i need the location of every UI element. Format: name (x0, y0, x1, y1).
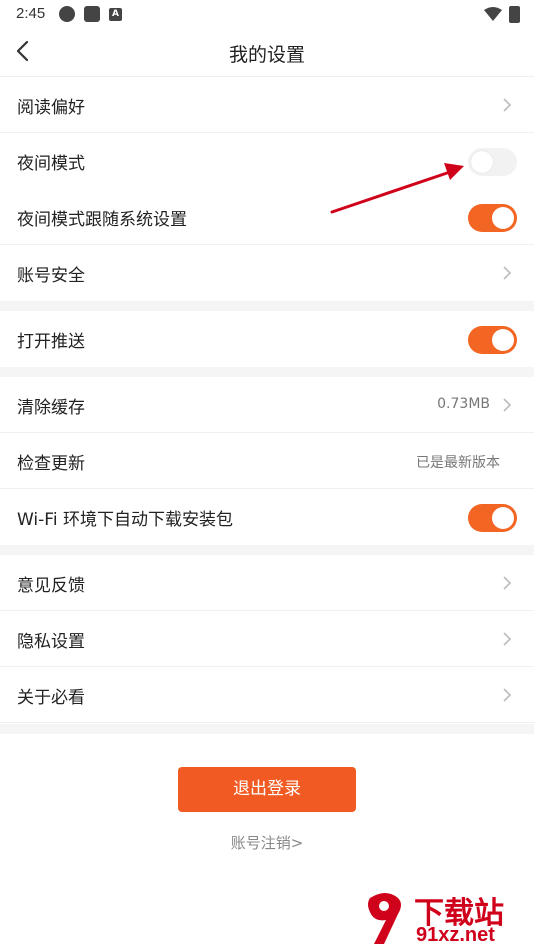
header-bar: 我的设置 (0, 28, 534, 77)
toggle-knob (492, 207, 514, 229)
setting-label: 夜间模式跟随系统设置 (17, 210, 187, 230)
app-notification-icon-3: A (109, 8, 122, 21)
setting-label: 打开推送 (17, 332, 85, 352)
push-toggle[interactable] (468, 326, 517, 354)
night-mode-toggle[interactable] (468, 148, 517, 176)
setting-check-update[interactable]: 检查更新 已是最新版本 (0, 433, 534, 489)
chevron-right-icon (503, 576, 512, 590)
app-notification-icon-2 (84, 6, 100, 22)
setting-account-security[interactable]: 账号安全 (0, 245, 534, 301)
setting-privacy[interactable]: 隐私设置 (0, 611, 534, 667)
setting-label: 检查更新 (17, 454, 85, 474)
setting-label: 账号安全 (17, 266, 85, 286)
chevron-right-icon (503, 688, 512, 702)
cache-size: 0.73MB (437, 396, 490, 412)
wifi-icon (484, 7, 502, 21)
divider (0, 722, 534, 723)
setting-label: 阅读偏好 (17, 98, 85, 118)
section-gap (0, 724, 534, 734)
toggle-knob (492, 329, 514, 351)
section-gap (0, 301, 534, 311)
status-bar: 2:45 A (0, 0, 534, 28)
setting-push: 打开推送 (0, 311, 534, 367)
watermark-url: 91xz.net (416, 924, 495, 946)
section-gap (0, 545, 534, 555)
setting-reading-preference[interactable]: 阅读偏好 (0, 77, 534, 133)
logout-button[interactable]: 退出登录 (178, 767, 356, 812)
page-title: 我的设置 (228, 44, 305, 66)
watermark-logo: 下载站 91xz.net (362, 888, 532, 948)
setting-clear-cache[interactable]: 清除缓存 0.73MB (0, 377, 534, 433)
setting-label: 清除缓存 (17, 398, 85, 418)
chevron-right-icon (503, 266, 512, 280)
wifi-auto-download-toggle[interactable] (468, 504, 517, 532)
section-gap (0, 367, 534, 377)
night-follow-system-toggle[interactable] (468, 204, 517, 232)
watermark-mark-icon (368, 893, 401, 944)
setting-night-mode: 夜间模式 (0, 133, 534, 189)
cancel-account-link[interactable]: 账号注销> (0, 832, 534, 853)
setting-wifi-auto-download: Wi-Fi 环境下自动下载安装包 (0, 489, 534, 545)
toggle-knob (471, 151, 493, 173)
setting-label: 意见反馈 (17, 576, 85, 596)
setting-label: 夜间模式 (17, 154, 85, 174)
app-notification-icon (59, 6, 75, 22)
setting-label: Wi-Fi 环境下自动下载安装包 (17, 510, 233, 530)
toggle-knob (492, 507, 514, 529)
chevron-right-icon (503, 398, 512, 412)
chevron-right-icon (503, 98, 512, 112)
setting-night-follow-system: 夜间模式跟随系统设置 (0, 189, 534, 245)
setting-label: 隐私设置 (17, 632, 85, 652)
chevron-right-icon (503, 632, 512, 646)
status-time: 2:45 (16, 5, 46, 22)
setting-feedback[interactable]: 意见反馈 (0, 555, 534, 611)
battery-icon (509, 6, 520, 23)
setting-about[interactable]: 关于必看 (0, 667, 534, 723)
update-status: 已是最新版本 (416, 455, 500, 471)
setting-label: 关于必看 (17, 688, 85, 708)
